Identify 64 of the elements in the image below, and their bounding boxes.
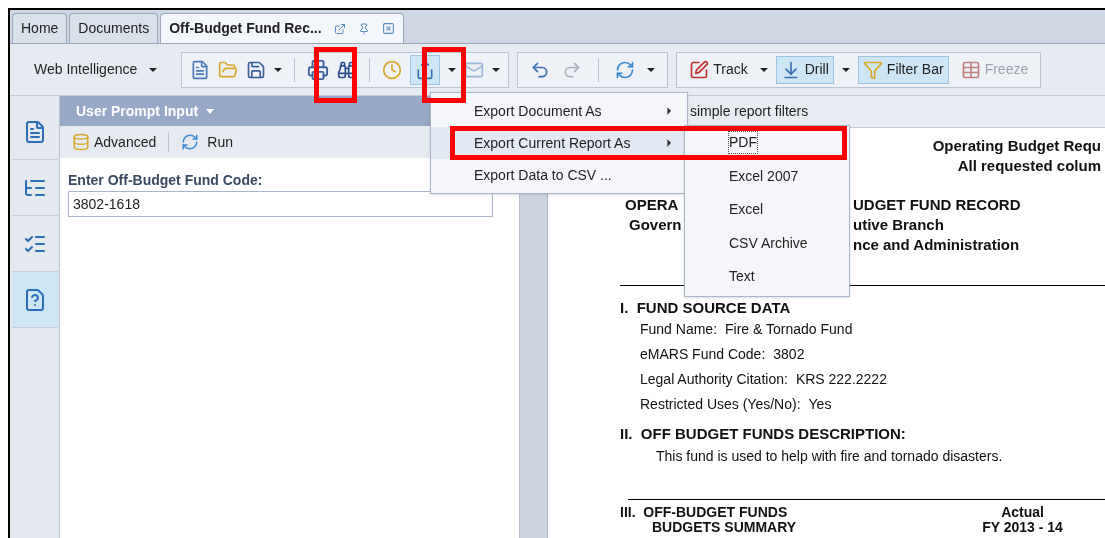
field-label: Fund Name: xyxy=(640,320,718,339)
section-heading: BUDGETS SUMMARY xyxy=(651,520,798,535)
caret-icon xyxy=(448,67,457,72)
report-subtitle: Govern xyxy=(629,216,682,233)
section-heading: I. FUND SOURCE DATA xyxy=(620,299,791,317)
report-subtitle: nce and Administration xyxy=(853,236,1020,253)
description-text: This fund is used to help with fire and tornado disasters. xyxy=(655,447,1003,466)
advanced-button[interactable]: Advanced xyxy=(72,131,157,153)
menu-item[interactable]: Excel 2007 xyxy=(729,165,799,187)
section-heading: III. OFF-BUDGET FUNDS xyxy=(620,505,789,520)
caret-icon xyxy=(841,67,850,72)
refresh-icon xyxy=(181,133,200,151)
field-value: Fire & Tornado Fund xyxy=(725,320,853,339)
report-title: UDGET FUND RECORD xyxy=(853,196,1021,213)
fund-code-field[interactable]: 3802-1618 xyxy=(68,191,493,217)
field-value: Yes xyxy=(808,395,832,414)
caret-icon xyxy=(274,67,283,72)
side-tab[interactable] xyxy=(11,272,58,328)
new-document-icon[interactable] xyxy=(190,59,211,80)
caret-icon xyxy=(492,67,501,72)
track-button[interactable]: Track xyxy=(685,59,752,80)
menu-item[interactable]: Excel xyxy=(729,199,764,221)
database-icon xyxy=(72,133,90,151)
caret-icon xyxy=(647,67,656,72)
refresh-icon[interactable] xyxy=(615,59,636,80)
close-icon[interactable] xyxy=(381,22,395,35)
menu-item[interactable]: CSV Archive xyxy=(729,232,808,254)
caret-icon xyxy=(149,67,158,72)
filter-icon xyxy=(862,59,883,80)
menu-item[interactable]: Export Document As xyxy=(431,95,687,127)
column-heading: Actual xyxy=(1001,505,1044,520)
pin-icon[interactable] xyxy=(357,22,370,35)
dropdown-icon xyxy=(206,108,215,114)
report-title: OPERA xyxy=(625,196,679,213)
highlight-frame xyxy=(314,47,357,103)
app-menu-button[interactable]: Web Intelligence xyxy=(26,53,166,86)
filter-bar-hint: simple report filters xyxy=(690,102,809,121)
track-icon xyxy=(689,59,710,80)
run-button[interactable]: Run xyxy=(181,131,233,153)
field-value: KRS 222.2222 xyxy=(795,370,887,389)
menu-item[interactable]: Export Data to CSV ... xyxy=(431,159,687,191)
column-heading: FY 2013 - 14 xyxy=(982,520,1063,535)
document-tab[interactable]: Home xyxy=(12,13,68,43)
document-tab[interactable]: Off-Budget Fund Rec... xyxy=(160,13,404,43)
print-icon[interactable] xyxy=(307,58,330,81)
drill-button[interactable]: Drill xyxy=(775,55,834,84)
prompt-label: Enter Off-Budget Fund Code: xyxy=(68,171,263,190)
menu-item[interactable]: PDF xyxy=(729,132,757,154)
field-label: Restricted Uses (Yes/No): xyxy=(640,395,801,414)
report-subtitle: utive Branch xyxy=(853,216,944,233)
highlight-frame xyxy=(422,47,466,103)
field-label: eMARS Fund Code: xyxy=(640,345,766,364)
menu-item[interactable]: Text xyxy=(729,266,755,288)
report-header-text: Operating Budget Requ xyxy=(932,136,1101,156)
document-tab[interactable]: Documents xyxy=(69,13,159,43)
filter-bar-button[interactable]: Filter Bar xyxy=(857,55,949,84)
table-icon xyxy=(960,59,981,80)
field-value: 3802 xyxy=(773,345,805,364)
float-icon[interactable] xyxy=(333,22,346,35)
caret-icon xyxy=(759,67,768,72)
field-label: Legal Authority Citation: xyxy=(640,370,788,389)
save-icon[interactable] xyxy=(246,59,267,80)
report-header-text: All requested colum xyxy=(957,156,1101,176)
section-heading: II. OFF BUDGET FUNDS DESCRIPTION: xyxy=(620,425,906,443)
